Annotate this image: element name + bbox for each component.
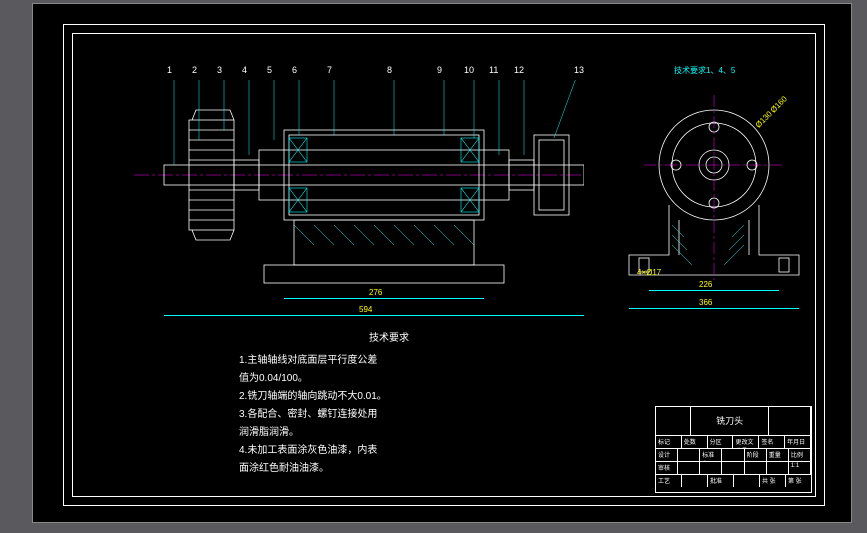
callout-8: 8	[387, 65, 392, 75]
tb-r1c6: 年月日	[785, 436, 811, 448]
cad-drawing-window[interactable]: 1 2 3 4 5 6 7 8 9 10 11 12 13	[32, 3, 852, 523]
dim-366: 366	[699, 298, 712, 307]
tb-r2c3: 标准化	[700, 449, 722, 461]
note-1b: 值为0.04/100。	[239, 370, 539, 388]
note-3a: 3.各配合、密封、螺钉连接处用	[239, 406, 539, 424]
tb-r3c7: 1:1	[789, 462, 811, 474]
tb-r1c2: 处数	[682, 436, 708, 448]
tb-r3c2	[678, 462, 700, 474]
callout-3: 3	[217, 65, 222, 75]
dim-226-line	[649, 290, 779, 291]
dim-594-line	[164, 315, 584, 316]
technical-requirements: 技术要求 1.主轴轴线对底面层平行度公差 值为0.04/100。 2.铣刀轴端的…	[239, 330, 539, 478]
tech-title: 技术要求	[239, 330, 539, 348]
tb-r3c1: 审核	[656, 462, 678, 474]
note-4b: 面涂红色耐油油漆。	[239, 460, 539, 478]
dim-594: 594	[359, 305, 372, 314]
tb-r3c5	[745, 462, 767, 474]
drawing-border: 1 2 3 4 5 6 7 8 9 10 11 12 13	[63, 24, 825, 506]
callout-4: 4	[242, 65, 247, 75]
tb-r2c4	[722, 449, 744, 461]
tb-partname: 铣刀头	[691, 407, 769, 435]
callout-13: 13	[574, 65, 584, 75]
callout-10: 10	[464, 65, 474, 75]
callout-12: 12	[514, 65, 524, 75]
tb-r1c3: 分区	[708, 436, 734, 448]
tb-r2c2	[678, 449, 700, 461]
cad-viewport: 1 2 3 4 5 6 7 8 9 10 11 12 13	[0, 0, 867, 533]
front-view	[134, 80, 584, 290]
tb-r4c6: 第 张	[786, 475, 811, 487]
shaft-svg	[134, 80, 584, 290]
tb-r4c4	[734, 475, 760, 487]
tb-r3c3	[700, 462, 722, 474]
note-2: 2.铣刀轴端的轴向跳动不大0.01。	[239, 388, 539, 406]
tb-r3c6	[767, 462, 789, 474]
callout-2: 2	[192, 65, 197, 75]
top-note: 技术要求1、4、5	[674, 65, 735, 76]
callout-11: 11	[489, 65, 498, 75]
tb-r1c4: 更改文件号	[733, 436, 759, 448]
callout-7: 7	[327, 65, 332, 75]
callout-1: 1	[167, 65, 172, 75]
tb-r2c6: 重量	[767, 449, 789, 461]
dim-366-line	[629, 308, 799, 309]
dim-276-line	[284, 298, 484, 299]
callout-9: 9	[437, 65, 442, 75]
callout-6: 6	[292, 65, 297, 75]
side-view: Ø160 Ø130	[614, 80, 814, 290]
tb-r2c1: 设计	[656, 449, 678, 461]
tb-r4c5: 共 张	[760, 475, 786, 487]
tb-dwgno	[769, 407, 811, 435]
callout-5: 5	[267, 65, 272, 75]
note-4a: 4.未加工表面涂灰色油漆，内表	[239, 442, 539, 460]
dim-4x17: 4×Ø17	[637, 268, 661, 277]
tb-r2c5: 阶段标记	[745, 449, 767, 461]
tb-r4c3: 批准	[708, 475, 734, 487]
title-block: 铣刀头 标记 处数 分区 更改文件号 签名 年月日 设计 标准化 阶段标记	[655, 406, 812, 493]
tb-r1c1: 标记	[656, 436, 682, 448]
note-1a: 1.主轴轴线对底面层平行度公差	[239, 352, 539, 370]
bearing-svg	[614, 80, 814, 300]
tb-logo	[656, 407, 691, 435]
note-3b: 润滑脂润滑。	[239, 424, 539, 442]
tb-r2c7: 比例	[789, 449, 811, 461]
tb-r3c4	[722, 462, 744, 474]
tb-r4c2	[682, 475, 708, 487]
tb-r4c1: 工艺	[656, 475, 682, 487]
dim-276: 276	[369, 288, 382, 297]
dim-226: 226	[699, 280, 712, 289]
tb-r1c5: 签名	[759, 436, 785, 448]
